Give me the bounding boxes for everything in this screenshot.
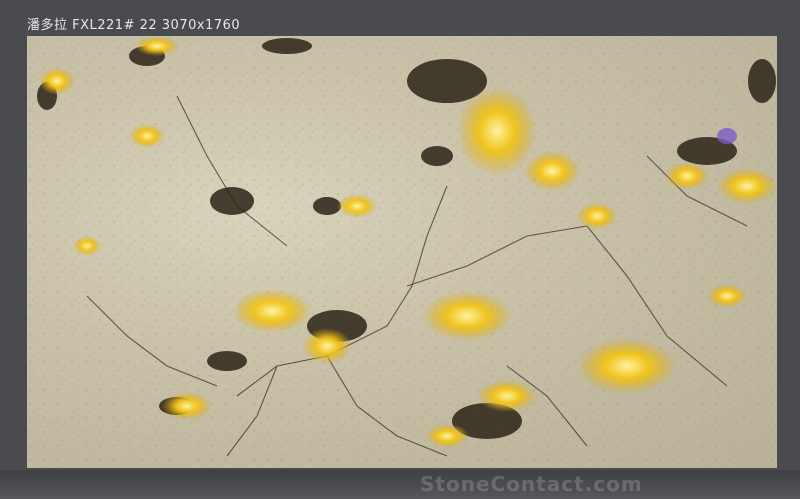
granite-slab-photo: [27, 36, 777, 468]
floor: [0, 470, 800, 499]
image-caption: 潘多拉 FXL221# 22 3070x1760: [27, 18, 241, 33]
watermark: StoneContact.com: [420, 472, 643, 496]
